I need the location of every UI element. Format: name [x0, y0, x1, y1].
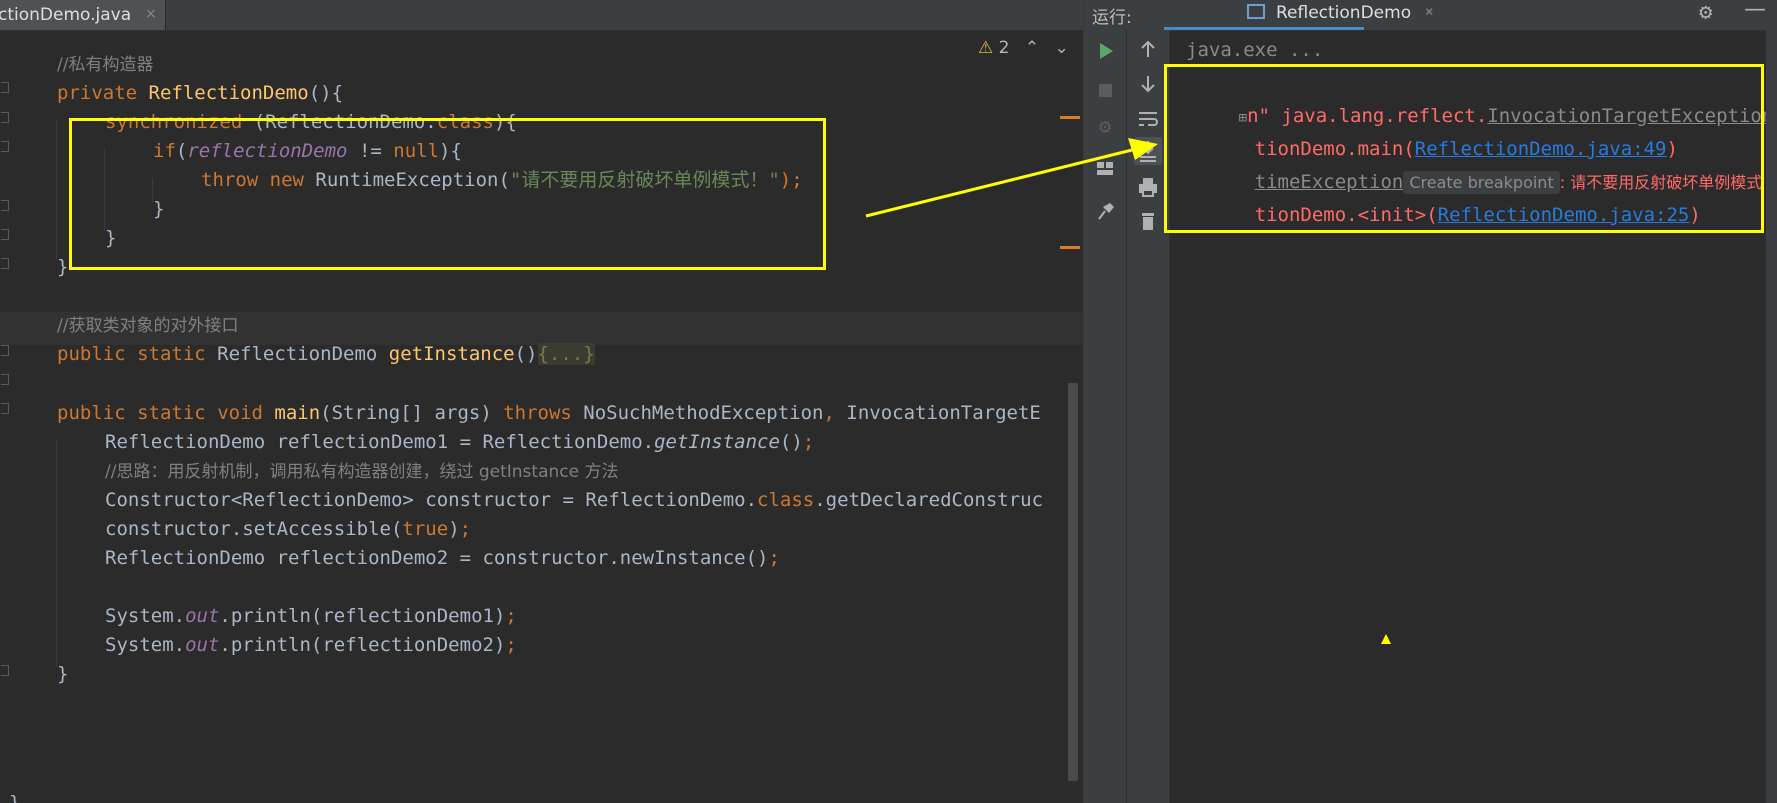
- warning-icon: ⚠: [978, 38, 994, 58]
- indent-guide: [56, 120, 57, 260]
- fold-marker[interactable]: [1, 82, 9, 93]
- collapsed-code-block[interactable]: {...}: [537, 343, 595, 365]
- problems-count: 2: [998, 38, 1010, 58]
- code-line: ReflectionDemo reflectionDemo2 = constru…: [105, 547, 780, 569]
- fold-marker[interactable]: [1, 403, 9, 414]
- pin-icon[interactable]: [1091, 197, 1119, 225]
- run-tab-label: ReflectionDemo: [1276, 3, 1412, 23]
- close-icon[interactable]: ×: [1425, 4, 1433, 20]
- indent-guide: [56, 440, 57, 666]
- soft-wrap-icon[interactable]: [1134, 105, 1162, 133]
- minimize-icon[interactable]: —: [1744, 0, 1766, 22]
- problems-indicator[interactable]: ⚠ 2 ⌃ ⌄: [978, 38, 1069, 58]
- file-tab[interactable]: ctionDemo.java ×: [0, 0, 166, 30]
- caret-up-icon[interactable]: ⌃: [1025, 38, 1039, 58]
- scroll-to-end-icon[interactable]: [1134, 137, 1162, 165]
- up-arrow-icon[interactable]: [1134, 35, 1162, 63]
- code-line: }: [57, 256, 69, 278]
- editor-tab-bar: ctionDemo.java ×: [0, 0, 1083, 31]
- print-icon[interactable]: [1134, 173, 1162, 201]
- mouse-cursor: [1381, 634, 1391, 644]
- trash-icon[interactable]: [1134, 207, 1162, 235]
- annotation-highlight-box: [69, 118, 826, 270]
- fold-marker[interactable]: [1, 258, 9, 269]
- run-label: 运行:: [1092, 8, 1132, 28]
- error-stripe-mark[interactable]: [1060, 116, 1080, 119]
- run-header: 运行: ReflectionDemo × ⚙ —: [1084, 0, 1777, 31]
- annotation-highlight-box: [1164, 64, 1764, 233]
- file-tab-label: ctionDemo.java: [0, 5, 132, 25]
- run-icon: [1100, 43, 1113, 59]
- down-arrow-icon[interactable]: [1134, 70, 1162, 98]
- gear-icon[interactable]: ⚙: [1699, 0, 1712, 25]
- fold-marker[interactable]: [1, 345, 9, 356]
- code-line: System.out.println(reflectionDemo2);: [105, 634, 517, 656]
- run-toolbar-left: ⚙: [1084, 30, 1127, 803]
- editor-scrollbar[interactable]: [1068, 383, 1078, 781]
- settings-icon[interactable]: ⚙: [1091, 112, 1119, 140]
- fold-marker[interactable]: [1, 112, 9, 123]
- layout-icon: [1097, 162, 1113, 175]
- code-line: }: [9, 792, 21, 803]
- right-tool-strip: [1766, 0, 1777, 803]
- console-line: java.exe ...: [1186, 39, 1324, 61]
- fold-marker[interactable]: [1, 229, 9, 240]
- error-stripe-mark[interactable]: [1060, 246, 1080, 249]
- run-config-icon: [1247, 4, 1265, 19]
- code-line: public static ReflectionDemo getInstance…: [57, 343, 595, 365]
- fold-marker[interactable]: [1, 665, 9, 676]
- fold-marker[interactable]: [1, 200, 9, 211]
- fold-marker[interactable]: [1, 374, 9, 385]
- run-button[interactable]: [1091, 37, 1119, 65]
- stop-icon: [1099, 84, 1112, 97]
- layout-button[interactable]: [1091, 154, 1119, 182]
- run-tab[interactable]: ReflectionDemo ×: [1164, 0, 1433, 30]
- caret-down-icon[interactable]: ⌄: [1055, 38, 1069, 58]
- fold-marker[interactable]: [1, 141, 9, 152]
- close-icon[interactable]: ×: [145, 6, 157, 22]
- stop-button[interactable]: [1091, 76, 1119, 104]
- code-line: }: [57, 663, 69, 685]
